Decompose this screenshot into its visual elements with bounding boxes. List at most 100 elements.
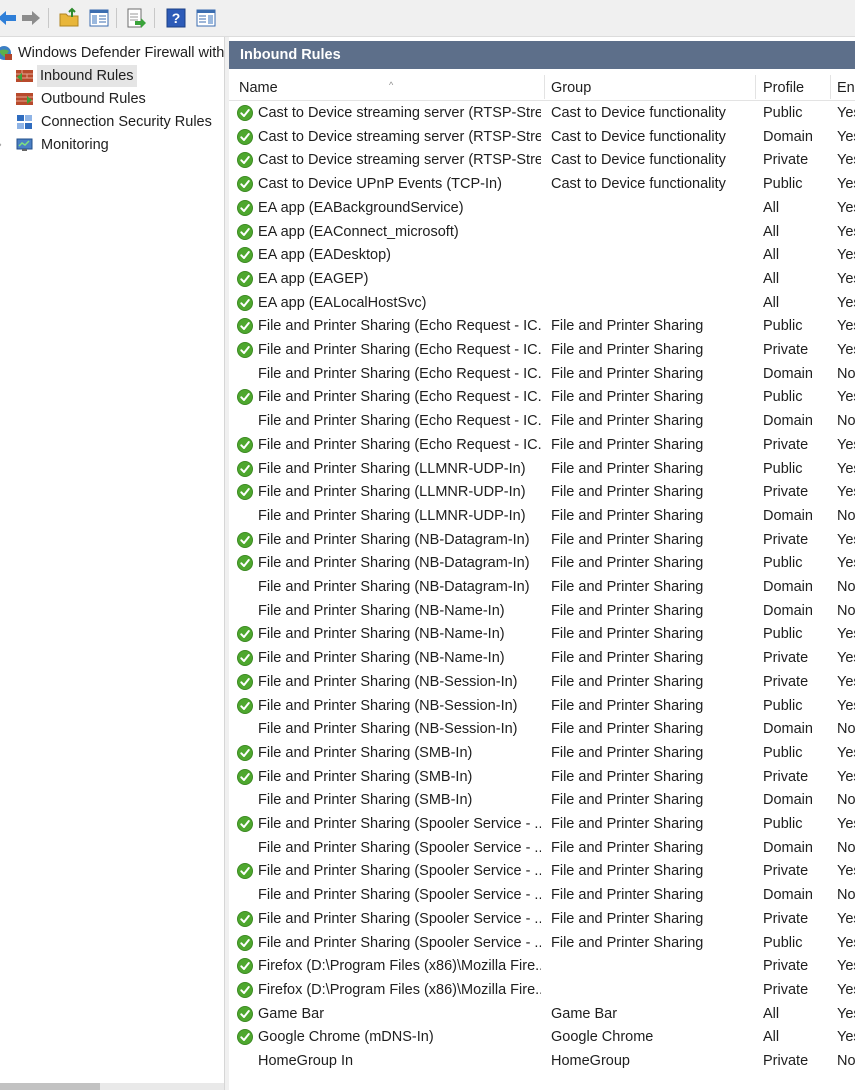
table-row[interactable]: File and Printer Sharing (Echo Request -… [229,338,855,362]
table-row[interactable]: File and Printer Sharing (SMB-In) File an… [229,741,855,765]
rule-name: File and Printer Sharing (Spooler Servic… [258,863,541,880]
rule-group: HomeGroup [551,1053,630,1069]
export-list-icon[interactable] [125,7,147,29]
enabled-check-icon [237,484,253,501]
rule-profile: All [763,199,780,216]
rule-profile: Domain [763,839,813,856]
rule-name: EA app (EAConnect_microsoft) [258,223,459,240]
rule-enabled: Yes [837,863,855,880]
table-row[interactable]: File and Printer Sharing (LLMNR-UDP-In) F… [229,480,855,504]
column-profile[interactable]: Profile [763,73,825,100]
rule-enabled: Yes [837,744,855,761]
enabled-check-icon [237,768,253,785]
rule-enabled: Yes [837,1029,855,1046]
rule-name: Cast to Device streaming server (RTSP-St… [258,105,541,121]
forward-arrow-icon[interactable] [20,7,42,29]
table-row[interactable]: File and Printer Sharing (NB-Name-In) Fil… [229,599,855,623]
rule-name: File and Printer Sharing (Echo Request -… [258,318,541,335]
rule-group: File and Printer Sharing [551,602,704,619]
column-group[interactable]: Group [551,73,751,100]
table-row[interactable]: HomeGroup In HomeGroup Private No [229,1049,855,1073]
table-row[interactable]: EA app (EAConnect_microsoft) All Yes [229,220,855,244]
column-enabled[interactable]: Enabled [837,73,855,100]
table-row[interactable]: File and Printer Sharing (LLMNR-UDP-In) F… [229,504,855,528]
rule-profile: Public [763,555,803,572]
rule-name: File and Printer Sharing (SMB-In) [258,792,473,809]
table-row[interactable]: EA app (EALocalHostSvc) All Yes [229,291,855,315]
rule-profile: Public [763,460,803,477]
rule-profile: Private [763,768,809,785]
rule-profile: All [763,247,780,264]
table-row[interactable]: EA app (EABackgroundService) All Yes [229,196,855,220]
rule-enabled: Yes [837,436,855,453]
rule-group: File and Printer Sharing [551,365,704,382]
table-row[interactable]: File and Printer Sharing (Spooler Servic… [229,931,855,955]
table-row[interactable]: File and Printer Sharing (Spooler Servic… [229,907,855,931]
rule-enabled: No [837,1053,855,1069]
table-row[interactable]: File and Printer Sharing (Echo Request -… [229,314,855,338]
table-row[interactable]: File and Printer Sharing (Spooler Servic… [229,859,855,883]
table-row[interactable]: Firefox (D:\Program Files (x86)\Mozilla … [229,954,855,978]
scrollbar-thumb[interactable] [0,1083,100,1090]
rule-group: File and Printer Sharing [551,768,704,785]
table-row[interactable]: File and Printer Sharing (Echo Request -… [229,433,855,457]
table-row[interactable]: EA app (EAGEP) All Yes [229,267,855,291]
tree-horizontal-scrollbar[interactable] [0,1083,224,1090]
rule-group: Game Bar [551,1005,618,1022]
table-row[interactable]: Cast to Device streaming server (RTSP-St… [229,148,855,172]
rule-profile: Private [763,910,809,927]
tree-item-label: Monitoring [41,137,109,153]
table-row[interactable]: File and Printer Sharing (NB-Session-In)… [229,717,855,741]
table-row[interactable]: EA app (EADesktop) All Yes [229,243,855,267]
rule-enabled: Yes [837,128,855,145]
table-row[interactable]: File and Printer Sharing (NB-Name-In) Fil… [229,622,855,646]
table-row[interactable]: File and Printer Sharing (Echo Request -… [229,362,855,386]
column-name-label: Name [239,80,278,96]
enabled-check-icon [237,247,253,264]
table-row[interactable]: File and Printer Sharing (SMB-In) File an… [229,788,855,812]
table-row[interactable]: Game Bar Game Bar All Yes [229,1002,855,1026]
table-row[interactable]: Firefox (D:\Program Files (x86)\Mozilla … [229,978,855,1002]
enabled-check-icon [237,223,253,240]
expand-chevron-icon[interactable]: › [0,134,2,156]
table-row[interactable]: File and Printer Sharing (SMB-In) File an… [229,765,855,789]
enabled-check-icon [237,270,253,287]
table-row[interactable]: File and Printer Sharing (Spooler Servic… [229,883,855,907]
help-icon[interactable]: ? [165,7,187,29]
rule-profile: Domain [763,602,813,619]
table-row[interactable]: Google Chrome (mDNS-In) Google Chrome All Y… [229,1025,855,1049]
show-hide-tree-icon[interactable] [88,7,110,29]
table-row[interactable]: Cast to Device streaming server (RTSP-St… [229,101,855,125]
back-arrow-icon[interactable] [0,7,18,29]
show-hide-action-pane-icon[interactable] [195,7,217,29]
table-row[interactable]: File and Printer Sharing (NB-Session-In)… [229,670,855,694]
table-row[interactable]: File and Printer Sharing (Echo Request -… [229,409,855,433]
table-row[interactable]: File and Printer Sharing (Spooler Servic… [229,812,855,836]
rule-profile: Public [763,816,803,832]
table-row[interactable]: Cast to Device streaming server (RTSP-St… [229,125,855,149]
table-row[interactable]: File and Printer Sharing (NB-Name-In) Fil… [229,646,855,670]
column-name[interactable]: ^ Name [239,73,539,100]
table-row[interactable]: File and Printer Sharing (NB-Session-In)… [229,694,855,718]
rule-name: File and Printer Sharing (NB-Session-In) [258,697,518,714]
column-enabled-label: Enabled [837,80,855,96]
rule-group: File and Printer Sharing [551,531,704,548]
rule-group: File and Printer Sharing [551,744,704,761]
enabled-check-icon [237,650,253,667]
table-row[interactable]: File and Printer Sharing (Spooler Servic… [229,836,855,860]
rule-name: Cast to Device streaming server (RTSP-St… [258,128,541,145]
table-row[interactable]: Cast to Device UPnP Events (TCP-In) Cast … [229,172,855,196]
rule-name: Firefox (D:\Program Files (x86)\Mozilla … [258,958,541,975]
rule-enabled: No [837,413,855,430]
table-row[interactable]: File and Printer Sharing (LLMNR-UDP-In) F… [229,457,855,481]
table-row[interactable]: File and Printer Sharing (NB-Datagram-In… [229,575,855,599]
table-row[interactable]: File and Printer Sharing (Echo Request -… [229,385,855,409]
up-folder-icon[interactable] [58,7,80,29]
console-tree: Windows Defender Firewall with Advanced … [0,37,224,1083]
enabled-check-icon [237,152,253,169]
rule-enabled: Yes [837,531,855,548]
table-row[interactable]: File and Printer Sharing (NB-Datagram-In… [229,528,855,552]
rule-group: Cast to Device functionality [551,176,726,193]
table-row[interactable]: File and Printer Sharing (NB-Datagram-In… [229,551,855,575]
rule-group: File and Printer Sharing [551,507,704,524]
